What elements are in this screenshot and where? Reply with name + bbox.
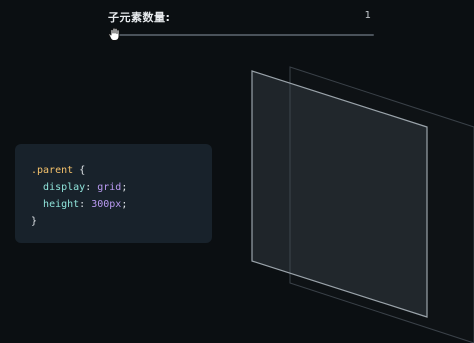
child-count-value: 1	[364, 10, 371, 21]
grab-hand-icon[interactable]	[108, 26, 122, 42]
css-property: height	[43, 199, 80, 210]
grid-planes-svg	[251, 66, 474, 343]
code-line-declaration: height: 300px;	[43, 199, 128, 210]
grid-3d-visualization	[230, 55, 474, 343]
code-line-selector: .parent {	[31, 162, 212, 179]
child-count-label: 子元素数量:	[108, 11, 171, 24]
css-property: display	[43, 182, 86, 193]
child-count-slider[interactable]	[108, 27, 374, 41]
code-line-declaration: display: grid;	[43, 182, 128, 193]
slider-track[interactable]	[110, 34, 374, 36]
css-selector: .parent	[31, 165, 74, 176]
open-brace: {	[79, 165, 86, 176]
css-value: 300px	[91, 199, 122, 210]
css-value: grid	[97, 182, 122, 193]
close-brace: }	[31, 216, 38, 227]
css-code-card: .parent { display: grid; height: 300px; …	[15, 144, 212, 243]
code-line-close: }	[31, 213, 212, 230]
